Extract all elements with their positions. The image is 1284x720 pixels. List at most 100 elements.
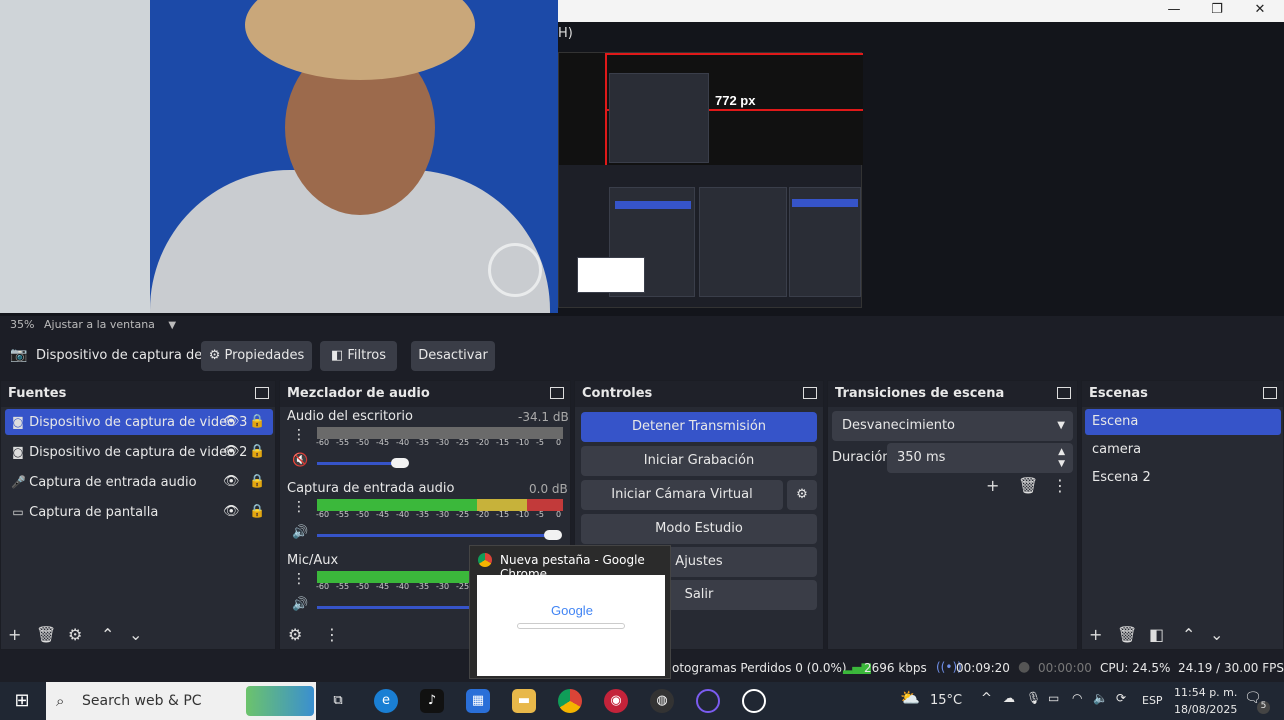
meter-tick-label: -45 (376, 438, 390, 447)
deactivate-button[interactable]: Desactivar (411, 341, 495, 371)
edge-icon[interactable]: e (374, 689, 398, 713)
virtual-camera-settings-button[interactable]: ⚙ (787, 480, 817, 510)
language-indicator[interactable]: ESP (1142, 694, 1163, 707)
gear-icon[interactable]: ⚙ (68, 625, 82, 644)
undock-icon[interactable] (550, 387, 564, 399)
filters-button[interactable]: ◧ Filtros (320, 341, 397, 371)
eye-icon[interactable]: 👁 (223, 439, 240, 465)
lock-icon[interactable]: 🔒 (249, 469, 265, 495)
chrome-taskbar-preview[interactable]: Nueva pestaña - Google Chrome Google (469, 545, 671, 679)
trash-icon[interactable]: 🗑 (1117, 625, 1137, 644)
chevron-up-icon[interactable]: ^ (981, 691, 992, 706)
obs-icon[interactable]: ◍ (650, 689, 674, 713)
undock-icon[interactable] (1057, 387, 1071, 399)
eye-icon[interactable]: 👁 (223, 409, 240, 435)
battery-icon[interactable]: ▭ (1048, 691, 1059, 705)
source-item[interactable]: ▭ Captura de pantalla 👁 🔒 (5, 499, 273, 525)
meter-tick-label: 0 (556, 438, 562, 447)
speaker-muted-icon[interactable]: 🔇 (292, 453, 308, 468)
volume-icon[interactable]: 🔈 (1093, 691, 1108, 705)
trash-icon[interactable]: 🗑 (36, 625, 56, 644)
kebab-menu-icon[interactable]: ⋮ (292, 427, 306, 443)
gear-icon[interactable]: ⚙ (288, 625, 302, 644)
speaker-icon[interactable]: 🔊 (292, 597, 308, 612)
kebab-menu-icon[interactable]: ⋮ (324, 625, 340, 644)
eye-icon[interactable]: 👁 (223, 469, 240, 495)
spin-arrows-icon[interactable]: ▲ ▼ (1058, 446, 1065, 470)
store-icon[interactable]: ▦ (466, 689, 490, 713)
lock-icon[interactable]: 🔒 (249, 439, 265, 465)
fit-to-window-select[interactable]: Ajustar a la ventana ▼ (44, 318, 176, 331)
undock-icon[interactable] (1263, 387, 1277, 399)
undock-icon[interactable] (803, 387, 817, 399)
menu-fragment[interactable]: H) (558, 26, 573, 41)
speaker-icon[interactable]: 🔊 (292, 525, 308, 540)
recorder-app-icon[interactable]: ◉ (604, 689, 628, 713)
add-icon[interactable]: + (986, 476, 999, 495)
lock-icon[interactable]: 🔒 (249, 499, 265, 525)
kebab-menu-icon[interactable]: ⋮ (292, 499, 306, 515)
meter-tick-label: -45 (376, 510, 390, 519)
scene-item[interactable]: camera (1085, 437, 1281, 463)
arrow-down-icon[interactable]: ⌄ (129, 625, 142, 644)
arrow-up-icon[interactable]: ⌃ (1182, 625, 1195, 644)
windows-start-icon[interactable]: ⊞ (10, 689, 34, 713)
meter-tick-label: -35 (416, 582, 430, 591)
clock-time[interactable]: 11:54 p. m. (1174, 686, 1237, 699)
source-item[interactable]: ◙ Dispositivo de captura de video 2 👁 🔒 (5, 439, 273, 465)
filter-icon[interactable]: ◧ (1149, 625, 1164, 644)
camera-icon: ◙ (12, 445, 24, 459)
scene-item[interactable]: Escena 2 (1085, 465, 1281, 491)
scenes-title: Escenas (1089, 386, 1148, 401)
add-icon[interactable]: + (8, 625, 21, 644)
restore-icon[interactable]: ❐ (1202, 2, 1232, 17)
clock-date[interactable]: 18/08/2025 (1174, 703, 1237, 716)
kebab-menu-icon[interactable]: ⋮ (292, 571, 306, 587)
start-recording-button[interactable]: Iniciar Grabación (581, 446, 817, 476)
chrome-icon[interactable] (558, 689, 582, 713)
sync-icon[interactable]: ⟳ (1116, 691, 1126, 705)
kebab-menu-icon[interactable]: ⋮ (1052, 476, 1068, 495)
source-item[interactable]: 🎤 Captura de entrada audio 👁 🔒 (5, 469, 273, 495)
start-virtual-camera-button[interactable]: Iniciar Cámara Virtual (581, 480, 783, 510)
mini-width-label: 772 px (715, 93, 756, 108)
undock-icon[interactable] (255, 387, 269, 399)
properties-button[interactable]: ⚙ Propiedades (201, 341, 312, 371)
wifi-icon[interactable]: ◠ (1072, 691, 1082, 705)
close-icon[interactable]: ✕ (1245, 2, 1275, 17)
weather-temp: 15°C (930, 693, 963, 708)
file-explorer-icon[interactable]: ▬ (512, 689, 536, 713)
volume-slider-knob[interactable] (391, 458, 409, 468)
controls-title: Controles (582, 386, 653, 401)
arrow-up-icon[interactable]: ⌃ (101, 625, 114, 644)
meter-tick-label: -60 (316, 510, 330, 519)
tiktok-icon[interactable]: ♪ (420, 689, 444, 713)
app-circle-icon[interactable] (742, 689, 766, 713)
channel-name: Audio del escritorio (287, 409, 413, 424)
source-item[interactable]: ◙ Dispositivo de captura de video 3 👁 🔒 (5, 409, 273, 435)
taskbar-search-box[interactable]: ⌕ Search web & PC (46, 682, 316, 720)
zoom-level[interactable]: 35% (10, 318, 34, 331)
stop-stream-button[interactable]: Detener Transmisión (581, 412, 817, 442)
webcam-feed (0, 0, 558, 313)
weather-icon[interactable]: ⛅ (900, 688, 920, 707)
fps-readout: 24.19 / 30.00 FPS (1178, 661, 1284, 675)
add-icon[interactable]: + (1089, 625, 1102, 644)
transition-select[interactable]: Desvanecimiento ▼ (832, 411, 1073, 441)
volume-slider-knob[interactable] (544, 530, 562, 540)
arrow-down-icon[interactable]: ⌄ (1210, 625, 1223, 644)
app-ring-icon[interactable] (696, 689, 720, 713)
microphone-icon[interactable]: 🎙 (1026, 691, 1041, 705)
studio-mode-button[interactable]: Modo Estudio (581, 514, 817, 544)
scene-item[interactable]: Escena (1085, 409, 1281, 435)
gear-icon: ⚙ (796, 487, 808, 502)
task-view-icon[interactable]: ⧉ (326, 689, 350, 713)
eye-icon[interactable]: 👁 (223, 499, 240, 525)
lock-icon[interactable]: 🔒 (249, 409, 265, 435)
nested-preview: 772 px (558, 52, 863, 308)
meter-tick-label: -40 (396, 582, 410, 591)
trash-icon[interactable]: 🗑 (1018, 476, 1038, 495)
minimize-icon[interactable]: — (1159, 2, 1189, 17)
duration-spinbox[interactable]: 350 ms ▲ ▼ (887, 443, 1073, 473)
tray-app-icon[interactable]: ☁ (1003, 691, 1015, 705)
